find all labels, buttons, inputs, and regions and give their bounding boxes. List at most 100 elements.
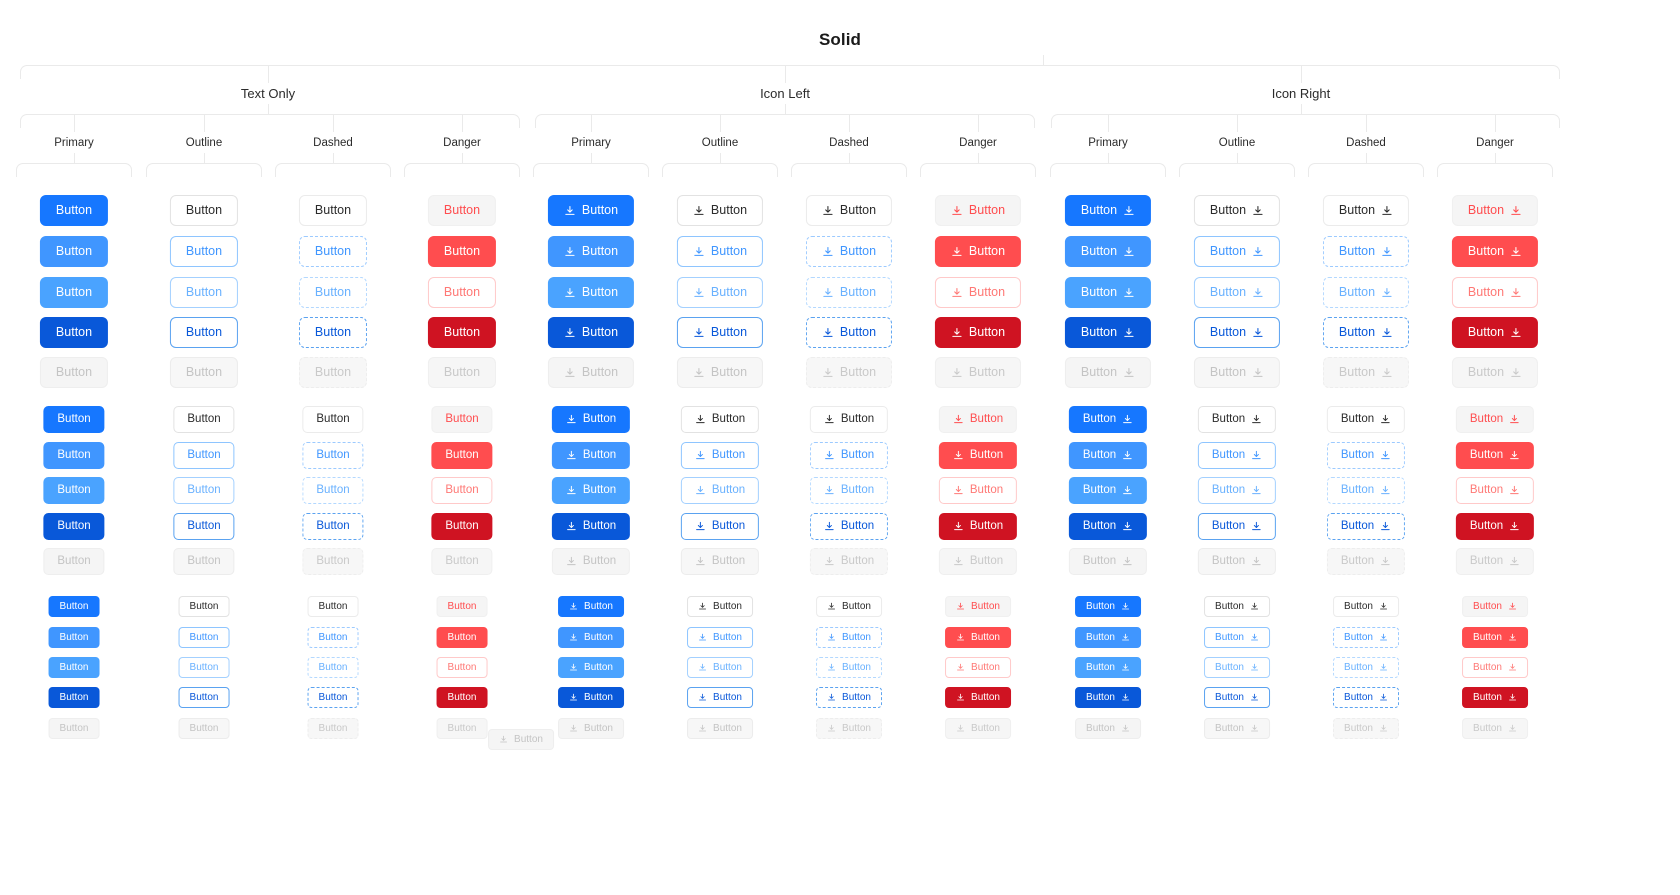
button-danger-md-focus-icon-left[interactable]: Button [938, 477, 1018, 504]
button-danger-md-active-icon-left[interactable]: Button [938, 513, 1018, 540]
button-danger-sm-active-icon-right[interactable]: Button [1462, 687, 1528, 708]
button-dashed-lg-active-icon-right[interactable]: Button [1322, 317, 1410, 348]
button-danger-sm-default-icon-left[interactable]: Button [945, 596, 1011, 617]
button-outline-md-default-icon-right[interactable]: Button [1197, 406, 1277, 433]
button-primary-md-hover-icon-right[interactable]: Button [1068, 442, 1148, 469]
button-outline-sm-default-icon-left[interactable]: Button [687, 596, 753, 617]
button-primary-lg-hover-icon-left[interactable]: Button [547, 236, 635, 267]
button-danger-lg-focus-icon-left[interactable]: Button [934, 277, 1022, 308]
button-dashed-lg-active-icon-left[interactable]: Button [805, 317, 893, 348]
button-outline-sm-active[interactable]: Button [178, 687, 230, 708]
button-dashed-md-active-icon-left[interactable]: Button [809, 513, 889, 540]
button-dashed-lg-active[interactable]: Button [298, 317, 368, 348]
button-danger-md-default[interactable]: Button [431, 406, 493, 433]
button-outline-lg-focus-icon-left[interactable]: Button [676, 277, 764, 308]
button-dashed-lg-hover-icon-right[interactable]: Button [1322, 236, 1410, 267]
button-primary-md-active-icon-left[interactable]: Button [551, 513, 631, 540]
button-primary-md-default-icon-right[interactable]: Button [1068, 406, 1148, 433]
button-danger-md-focus[interactable]: Button [431, 477, 493, 504]
button-dashed-sm-hover[interactable]: Button [307, 627, 359, 648]
button-primary-md-focus-icon-right[interactable]: Button [1068, 477, 1148, 504]
button-dashed-md-hover[interactable]: Button [302, 442, 364, 469]
button-outline-lg-default-icon-left[interactable]: Button [676, 195, 764, 226]
button-primary-lg-active-icon-left[interactable]: Button [547, 317, 635, 348]
button-dashed-lg-default-icon-right[interactable]: Button [1322, 195, 1410, 226]
button-danger-lg-active[interactable]: Button [427, 317, 497, 348]
button-danger-lg-default-icon-right[interactable]: Button [1451, 195, 1539, 226]
button-dashed-sm-focus-icon-right[interactable]: Button [1333, 657, 1399, 678]
button-dashed-lg-hover[interactable]: Button [298, 236, 368, 267]
button-primary-md-active[interactable]: Button [43, 513, 105, 540]
button-danger-lg-focus-icon-right[interactable]: Button [1451, 277, 1539, 308]
button-dashed-md-hover-icon-right[interactable]: Button [1326, 442, 1406, 469]
button-outline-sm-active-icon-right[interactable]: Button [1204, 687, 1270, 708]
button-outline-md-active[interactable]: Button [173, 513, 235, 540]
button-primary-lg-active[interactable]: Button [39, 317, 109, 348]
button-primary-sm-focus-icon-left[interactable]: Button [558, 657, 624, 678]
button-primary-md-active-icon-right[interactable]: Button [1068, 513, 1148, 540]
button-dashed-sm-active-icon-left[interactable]: Button [816, 687, 882, 708]
button-outline-sm-hover-icon-right[interactable]: Button [1204, 627, 1270, 648]
button-outline-lg-active[interactable]: Button [169, 317, 239, 348]
button-danger-lg-hover-icon-right[interactable]: Button [1451, 236, 1539, 267]
button-outline-md-active-icon-right[interactable]: Button [1197, 513, 1277, 540]
button-danger-sm-focus[interactable]: Button [436, 657, 488, 678]
button-primary-md-focus[interactable]: Button [43, 477, 105, 504]
button-dashed-lg-focus[interactable]: Button [298, 277, 368, 308]
button-danger-md-active[interactable]: Button [431, 513, 493, 540]
button-outline-md-hover[interactable]: Button [173, 442, 235, 469]
button-danger-sm-hover-icon-left[interactable]: Button [945, 627, 1011, 648]
button-dashed-lg-default-icon-left[interactable]: Button [805, 195, 893, 226]
button-outline-lg-active-icon-left[interactable]: Button [676, 317, 764, 348]
button-danger-md-focus-icon-right[interactable]: Button [1455, 477, 1535, 504]
button-outline-lg-hover[interactable]: Button [169, 236, 239, 267]
button-outline-md-default[interactable]: Button [173, 406, 235, 433]
button-danger-md-default-icon-left[interactable]: Button [938, 406, 1018, 433]
button-dashed-md-focus[interactable]: Button [302, 477, 364, 504]
button-primary-sm-hover-icon-right[interactable]: Button [1075, 627, 1141, 648]
button-dashed-sm-hover-icon-left[interactable]: Button [816, 627, 882, 648]
button-outline-md-focus-icon-right[interactable]: Button [1197, 477, 1277, 504]
button-dashed-md-active-icon-right[interactable]: Button [1326, 513, 1406, 540]
button-outline-sm-focus-icon-left[interactable]: Button [687, 657, 753, 678]
button-danger-sm-default-icon-right[interactable]: Button [1462, 596, 1528, 617]
button-danger-sm-focus-icon-right[interactable]: Button [1462, 657, 1528, 678]
button-dashed-lg-default[interactable]: Button [298, 195, 368, 226]
button-dashed-sm-hover-icon-right[interactable]: Button [1333, 627, 1399, 648]
button-outline-md-hover-icon-left[interactable]: Button [680, 442, 760, 469]
button-primary-sm-default-icon-right[interactable]: Button [1075, 596, 1141, 617]
button-primary-md-hover[interactable]: Button [43, 442, 105, 469]
button-primary-lg-default-icon-left[interactable]: Button [547, 195, 635, 226]
button-danger-lg-default[interactable]: Button [427, 195, 497, 226]
button-danger-sm-active-icon-left[interactable]: Button [945, 687, 1011, 708]
button-outline-sm-default[interactable]: Button [178, 596, 230, 617]
button-dashed-md-active[interactable]: Button [302, 513, 364, 540]
button-primary-lg-hover[interactable]: Button [39, 236, 109, 267]
button-primary-lg-active-icon-right[interactable]: Button [1064, 317, 1152, 348]
button-dashed-sm-default-icon-left[interactable]: Button [816, 596, 882, 617]
button-dashed-md-default-icon-right[interactable]: Button [1326, 406, 1406, 433]
button-outline-sm-default-icon-right[interactable]: Button [1204, 596, 1270, 617]
button-dashed-lg-hover-icon-left[interactable]: Button [805, 236, 893, 267]
button-outline-sm-hover-icon-left[interactable]: Button [687, 627, 753, 648]
button-dashed-md-hover-icon-left[interactable]: Button [809, 442, 889, 469]
button-primary-sm-active[interactable]: Button [48, 687, 100, 708]
button-outline-md-hover-icon-right[interactable]: Button [1197, 442, 1277, 469]
button-primary-sm-focus-icon-right[interactable]: Button [1075, 657, 1141, 678]
button-dashed-sm-focus[interactable]: Button [307, 657, 359, 678]
button-dashed-sm-active-icon-right[interactable]: Button [1333, 687, 1399, 708]
button-primary-sm-active-icon-left[interactable]: Button [558, 687, 624, 708]
button-danger-md-hover-icon-left[interactable]: Button [938, 442, 1018, 469]
button-danger-md-hover[interactable]: Button [431, 442, 493, 469]
button-dashed-lg-focus-icon-right[interactable]: Button [1322, 277, 1410, 308]
button-dashed-md-focus-icon-left[interactable]: Button [809, 477, 889, 504]
button-outline-sm-focus[interactable]: Button [178, 657, 230, 678]
button-primary-lg-default[interactable]: Button [39, 195, 109, 226]
button-danger-md-hover-icon-right[interactable]: Button [1455, 442, 1535, 469]
button-dashed-md-focus-icon-right[interactable]: Button [1326, 477, 1406, 504]
button-outline-lg-active-icon-right[interactable]: Button [1193, 317, 1281, 348]
button-dashed-sm-default-icon-right[interactable]: Button [1333, 596, 1399, 617]
button-primary-md-default[interactable]: Button [43, 406, 105, 433]
button-outline-lg-focus[interactable]: Button [169, 277, 239, 308]
button-primary-sm-default[interactable]: Button [48, 596, 100, 617]
